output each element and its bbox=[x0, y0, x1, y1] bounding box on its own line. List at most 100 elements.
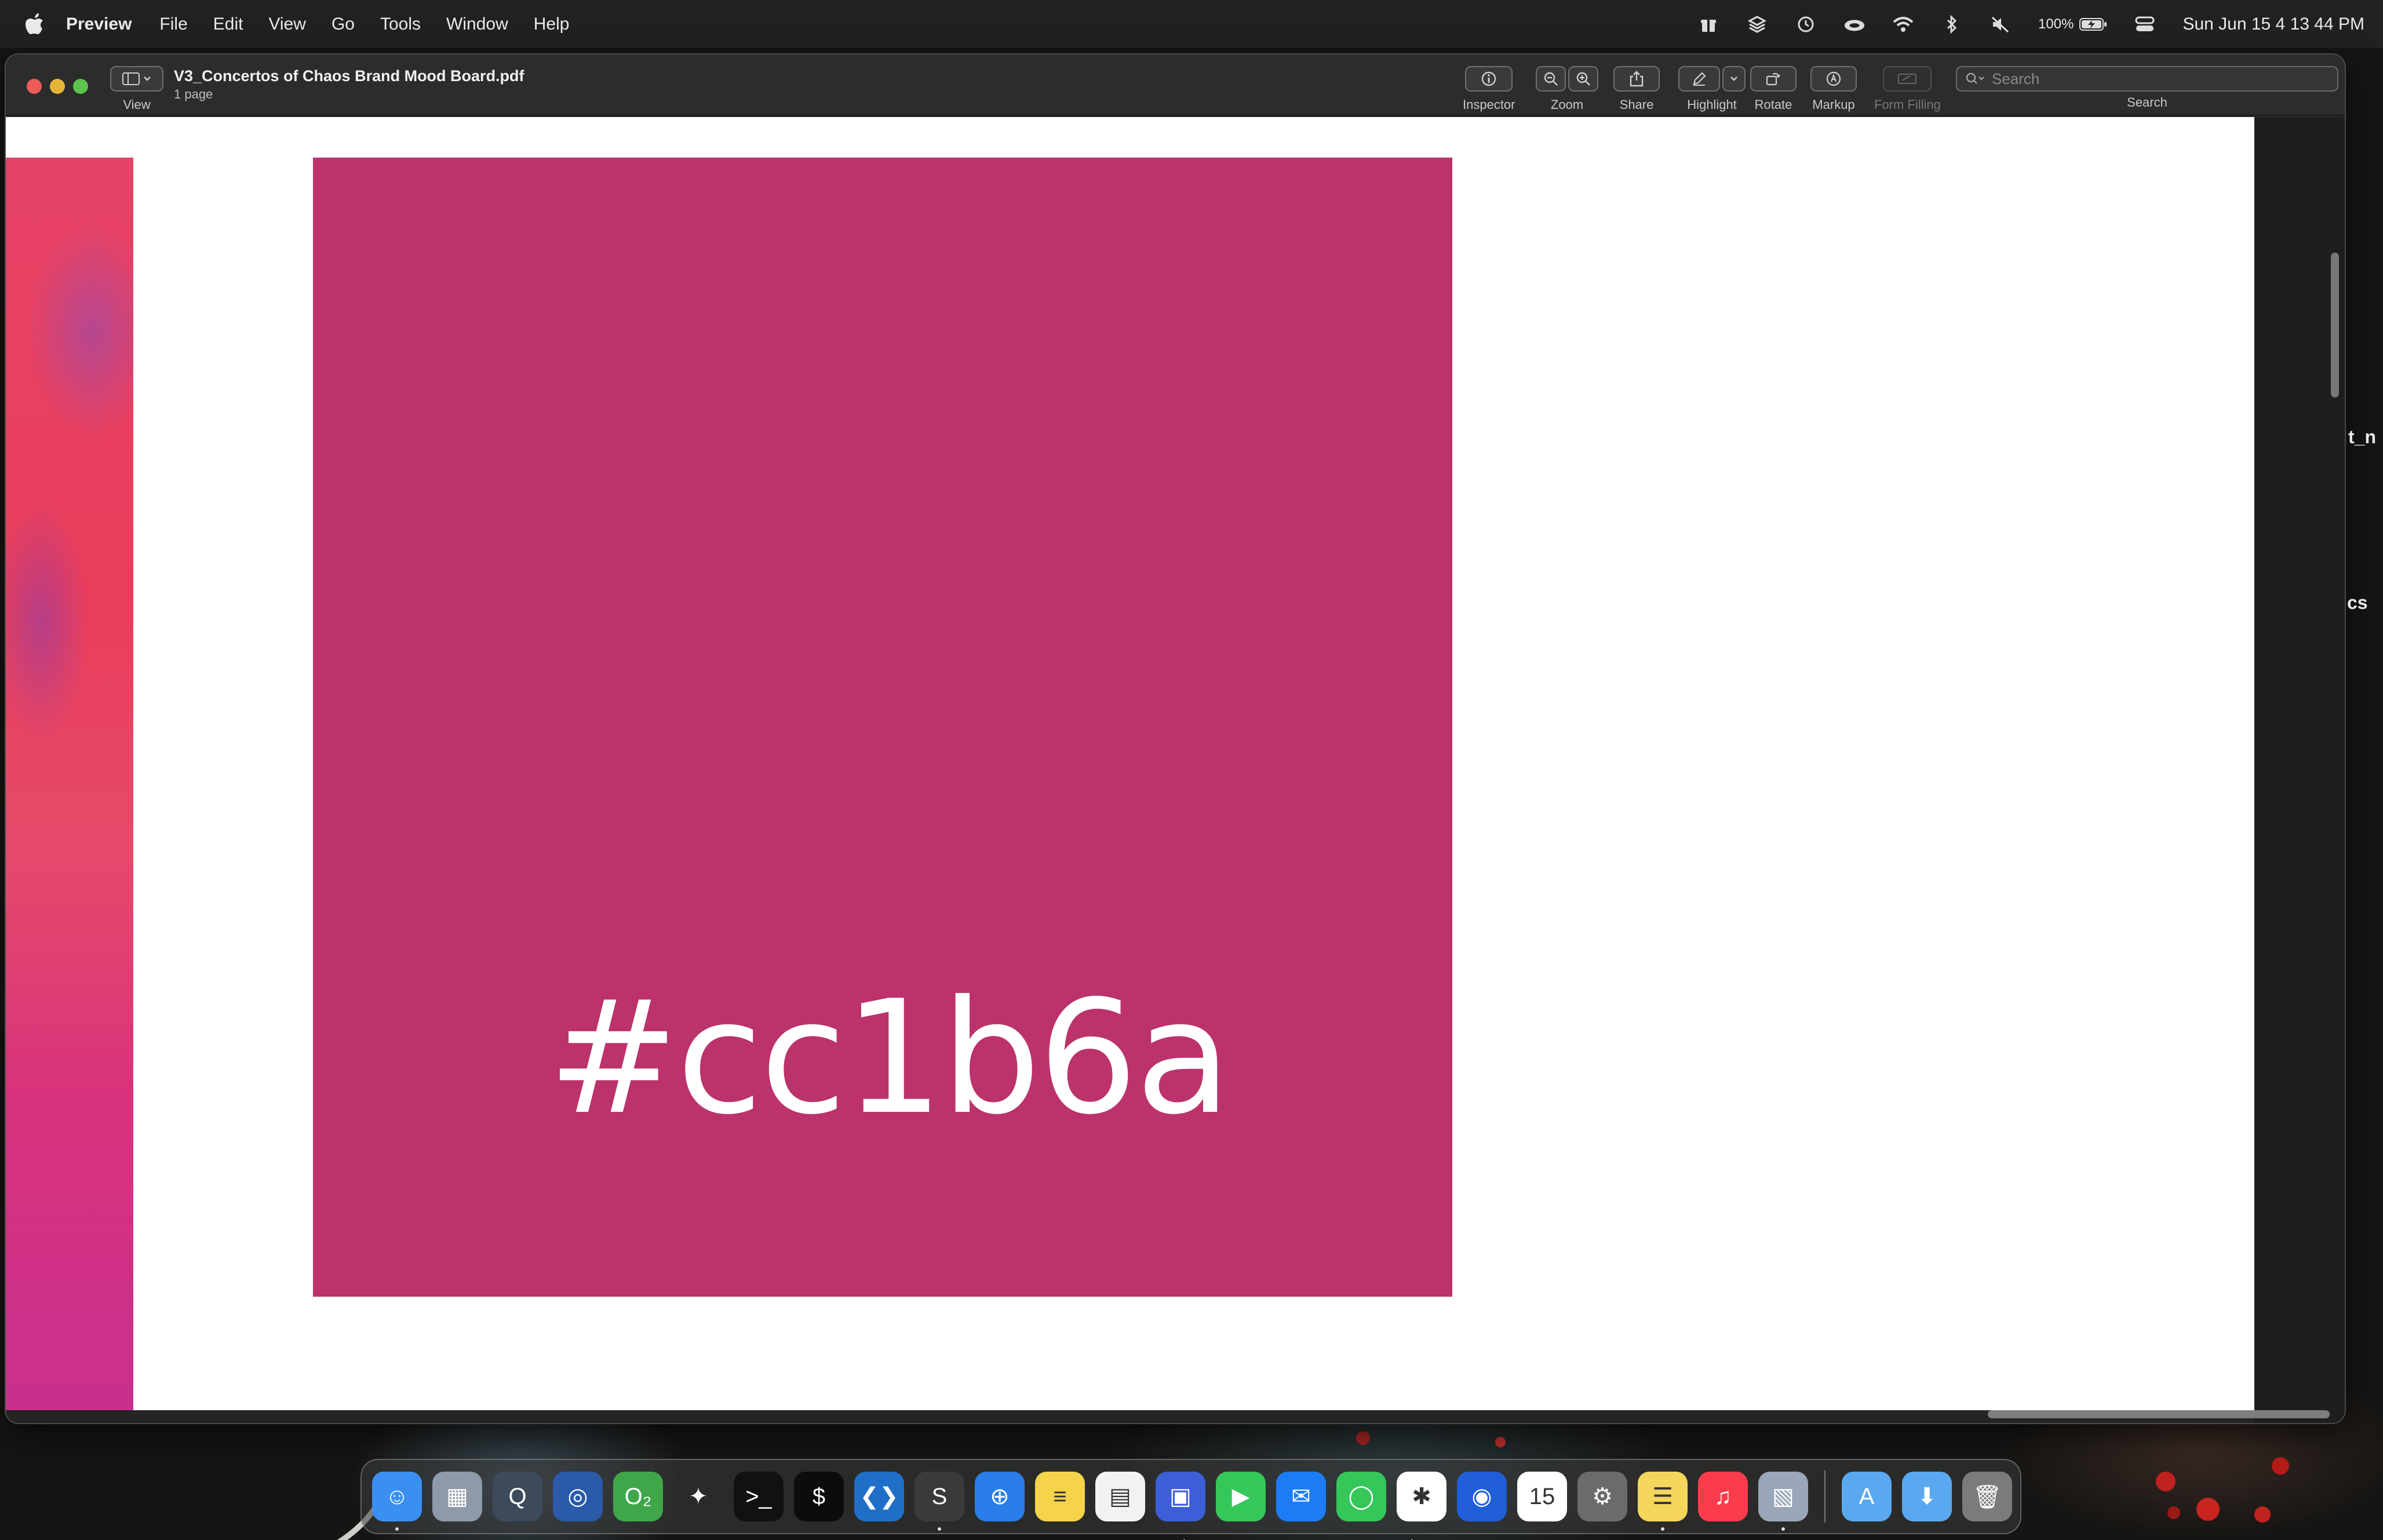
horizontal-scrollbar[interactable] bbox=[1988, 1410, 2330, 1418]
inspector-button[interactable] bbox=[1465, 66, 1513, 92]
wallpaper-dot bbox=[2196, 1498, 2220, 1521]
highlight-control: Highlight bbox=[1678, 66, 1746, 112]
highlight-button[interactable] bbox=[1678, 66, 1720, 92]
clock-icon[interactable] bbox=[1795, 13, 1817, 35]
search-field[interactable] bbox=[1956, 66, 2338, 92]
battery-status[interactable]: 100% bbox=[2038, 16, 2107, 32]
search-label: Search bbox=[2127, 95, 2167, 110]
document-title: V3_Concertos of Chaos Brand Mood Board.p… bbox=[174, 67, 524, 85]
menu-help[interactable]: Help bbox=[534, 14, 570, 34]
wallpaper-dot bbox=[2254, 1506, 2271, 1523]
launchpad-icon[interactable]: ▦ bbox=[432, 1472, 482, 1521]
view-control: View bbox=[110, 66, 163, 112]
inspector-label: Inspector bbox=[1463, 97, 1515, 112]
background-window-text: cs bbox=[2347, 592, 2368, 613]
music-icon[interactable]: ♫ bbox=[1698, 1472, 1748, 1521]
rotate-control: Rotate bbox=[1750, 66, 1797, 112]
wifi-icon[interactable] bbox=[1892, 13, 1914, 35]
menu-window[interactable]: Window bbox=[446, 14, 508, 34]
wallpaper-dot bbox=[2272, 1457, 2289, 1475]
apple-menu-icon[interactable] bbox=[21, 10, 49, 38]
color-swatch: #cc1b6a bbox=[313, 158, 1452, 1297]
search-icon bbox=[1966, 72, 1984, 84]
swatch-hex-label: #cc1b6a bbox=[548, 966, 1231, 1149]
quicktime-icon[interactable]: Q bbox=[493, 1472, 542, 1521]
zoom-label: Zoom bbox=[1550, 97, 1584, 112]
battery-percent: 100% bbox=[2038, 16, 2074, 32]
system-settings-icon[interactable]: ⚙ bbox=[1577, 1472, 1627, 1521]
textedit-icon[interactable]: ▤ bbox=[1095, 1472, 1145, 1521]
menu-file[interactable]: File bbox=[159, 14, 187, 34]
share-icon bbox=[1630, 71, 1644, 87]
menu-view[interactable]: View bbox=[268, 14, 305, 34]
menu-tools[interactable]: Tools bbox=[380, 14, 421, 34]
sublime-icon[interactable]: S bbox=[914, 1472, 964, 1531]
cloud-icon[interactable] bbox=[1843, 13, 1865, 35]
calendar-icon[interactable]: 15 bbox=[1517, 1472, 1567, 1521]
iterm-icon[interactable]: $ bbox=[794, 1472, 844, 1521]
markup-pen-circle-icon bbox=[1826, 71, 1841, 86]
o2-icon[interactable]: O₂ bbox=[613, 1472, 663, 1521]
window-maximize-button[interactable] bbox=[73, 79, 88, 94]
wallpaper-dot bbox=[2167, 1506, 2180, 1519]
bluetooth-icon[interactable] bbox=[1941, 13, 1963, 35]
battery-icon bbox=[2079, 17, 2107, 31]
vertical-scrollbar[interactable] bbox=[2331, 253, 2339, 397]
zoom-out-button[interactable] bbox=[1536, 66, 1566, 92]
inspector-control: Inspector bbox=[1463, 66, 1515, 112]
document-canvas[interactable]: #cc1b6a bbox=[6, 117, 2254, 1410]
rotate-label: Rotate bbox=[1754, 97, 1792, 112]
rotate-button[interactable] bbox=[1750, 66, 1797, 92]
markup-button[interactable] bbox=[1810, 66, 1857, 92]
facetime-icon[interactable]: ▶ bbox=[1216, 1472, 1266, 1521]
trash-icon[interactable]: 🗑 bbox=[1962, 1472, 2012, 1521]
view-button[interactable] bbox=[110, 66, 163, 92]
messenger-icon[interactable]: ✉ bbox=[1276, 1472, 1326, 1521]
window-minimize-button[interactable] bbox=[50, 79, 65, 94]
menu-go[interactable]: Go bbox=[331, 14, 355, 34]
downloads-folder-icon[interactable]: ⬇ bbox=[1902, 1472, 1952, 1521]
preview-icon[interactable]: ▧ bbox=[1758, 1472, 1808, 1531]
highlight-label: Highlight bbox=[1687, 97, 1737, 112]
zoom-in-icon bbox=[1576, 72, 1590, 86]
rotate-icon bbox=[1766, 73, 1780, 86]
share-control: Share bbox=[1613, 66, 1660, 112]
pen-icon bbox=[1693, 72, 1706, 86]
markup-label: Markup bbox=[1812, 97, 1855, 112]
window-close-button[interactable] bbox=[27, 79, 42, 94]
sidebar-icon bbox=[122, 72, 140, 85]
info-icon bbox=[1482, 71, 1496, 86]
control-center-icon[interactable] bbox=[2134, 13, 2156, 35]
stickies-icon[interactable]: ☰ bbox=[1638, 1472, 1688, 1531]
notes-icon[interactable]: ≡ bbox=[1035, 1472, 1085, 1521]
window-toolbar: View V3_Concertos of Chaos Brand Mood Bo… bbox=[6, 54, 2345, 116]
mute-icon[interactable] bbox=[1990, 13, 2012, 35]
zoom-control: Zoom bbox=[1536, 66, 1598, 112]
thunderbird-icon[interactable]: ◉ bbox=[1457, 1472, 1507, 1521]
oscar-icon[interactable]: ◎ bbox=[553, 1472, 603, 1521]
layers-icon[interactable] bbox=[1746, 13, 1768, 35]
screen-sharing-icon[interactable]: ▣ bbox=[1156, 1472, 1205, 1521]
menu-app-name[interactable]: Preview bbox=[66, 14, 132, 34]
zoom-in-button[interactable] bbox=[1568, 66, 1598, 92]
dock: ☺ ▦ Q ◎ O₂ ✦ >_ $ ❮❯ S ⊕ ≡ ▤ ▣ ▶ ✉ ◯ ✱ ◉ 15 ⚙ ☰ ♫ ▧ A ⬇ 🗑 bbox=[360, 1459, 2021, 1534]
vscode-icon[interactable]: ❮❯ bbox=[854, 1472, 904, 1521]
terminal-icon[interactable]: >_ bbox=[734, 1472, 784, 1521]
dock-separator bbox=[1824, 1470, 1825, 1523]
final-cut-icon[interactable]: ✦ bbox=[673, 1472, 723, 1521]
menu-edit[interactable]: Edit bbox=[213, 14, 243, 34]
messages-icon[interactable]: ◯ bbox=[1336, 1472, 1386, 1521]
slack-icon[interactable]: ✱ bbox=[1397, 1472, 1446, 1521]
highlight-options-button[interactable] bbox=[1722, 66, 1746, 92]
finder-icon[interactable]: ☺ bbox=[372, 1472, 422, 1531]
applications-folder-icon[interactable]: A bbox=[1842, 1472, 1892, 1521]
gift-icon[interactable] bbox=[1697, 13, 1719, 35]
search-input[interactable] bbox=[1992, 70, 2316, 88]
running-indicator bbox=[1781, 1527, 1785, 1531]
form-filling-button[interactable] bbox=[1883, 66, 1932, 92]
view-label: View bbox=[123, 97, 151, 112]
share-button[interactable] bbox=[1613, 66, 1660, 92]
menubar-clock[interactable]: Sun Jun 15 4 13 44 PM bbox=[2182, 14, 2364, 34]
safari-icon[interactable]: ⊕ bbox=[975, 1472, 1025, 1521]
chevron-down-icon bbox=[1730, 76, 1737, 81]
